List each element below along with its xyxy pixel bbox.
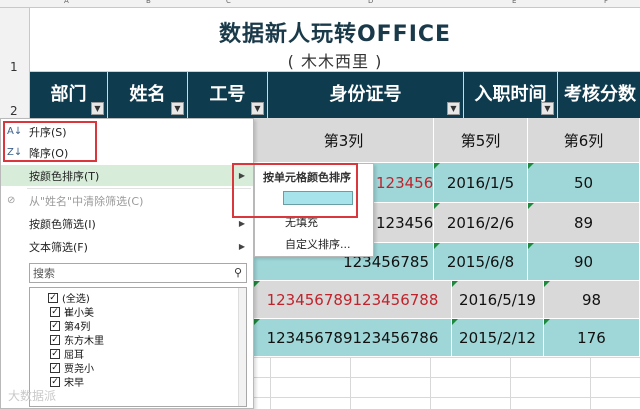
table-cell[interactable]: 123456789123456786 (254, 319, 452, 357)
table-cell[interactable]: 2015/2/12 (452, 319, 544, 357)
list-item-label: 贾尧小 (64, 364, 94, 375)
submenu-arrow-icon: ▶ (238, 242, 245, 251)
table-cell[interactable]: 第6列 (528, 118, 640, 163)
clear-filter-item[interactable]: ⊘ 从"姓名"中清除筛选(C) (1, 190, 253, 211)
menu-item-label: 按颜色筛选(I) (29, 217, 96, 231)
list-item[interactable]: ✓ 东方木里 (50, 333, 104, 347)
custom-sort-option[interactable]: 自定义排序... (255, 234, 373, 254)
header-id-card[interactable]: 身份证号 ▼ (268, 72, 464, 118)
list-item-label: 第4列 (64, 322, 91, 333)
table-cell[interactable]: 176 (544, 319, 640, 357)
checkbox[interactable]: ✓ (50, 376, 60, 387)
filter-dropdown-icon[interactable]: ▼ (91, 102, 104, 115)
table-cell[interactable]: 90 (528, 243, 640, 281)
sort-descending-icon: Z↓ (7, 147, 23, 158)
list-item[interactable]: ✓ 崔小美 (50, 305, 94, 319)
list-item-label: 东方木里 (64, 336, 104, 347)
header-label: 考核分数 (564, 84, 636, 105)
header-label: 入职时间 (474, 84, 547, 105)
col-letter-f[interactable]: F (604, 0, 608, 5)
header-label: 工号 (209, 84, 246, 105)
menu-item-label: 升序(S) (29, 125, 67, 139)
filter-dropdown-icon[interactable]: ▼ (171, 102, 184, 115)
search-placeholder: 搜索 (33, 267, 55, 280)
header-label: 姓名 (129, 84, 166, 105)
text-filter-item[interactable]: 文本筛选(F) ▶ (1, 236, 253, 257)
submenu-arrow-icon: ▶ (238, 219, 245, 228)
search-input[interactable]: 搜索 ⚲ (29, 263, 247, 283)
sheet-subtitle: ( 木木西里 ) (287, 52, 383, 71)
clear-filter-icon: ⊘ (7, 195, 16, 206)
table-cell[interactable]: 2015/6/8 (434, 243, 528, 281)
search-icon: ⚲ (233, 266, 242, 279)
filter-value-list: ✓ (全选) ✓ 崔小美 ✓ 第4列 ✓ 东方木里 ✓ 屈耳 ✓ 贾尧小 ✓ 宋… (29, 287, 247, 407)
list-scrollbar[interactable] (238, 288, 246, 406)
menu-item-label: 从"姓名"中清除筛选(C) (29, 194, 144, 208)
menu-item-label: 降序(O) (29, 146, 69, 160)
checkbox[interactable]: ✓ (50, 306, 60, 317)
filter-dropdown-icon[interactable]: ▼ (251, 102, 264, 115)
checkbox[interactable]: ✓ (50, 348, 60, 359)
sort-by-color-item[interactable]: 按颜色排序(T) ▶ (1, 165, 253, 186)
header-label: 部门 (50, 84, 87, 105)
col-letter-d[interactable]: D (368, 0, 373, 5)
sort-descending-item[interactable]: Z↓ 降序(O) (1, 142, 253, 163)
filter-by-color-item[interactable]: 按颜色筛选(I) ▶ (1, 213, 253, 234)
filter-menu: A↓ 升序(S) Z↓ 降序(O) 按颜色排序(T) ▶ ⊘ 从"姓名"中清除筛… (0, 118, 254, 409)
list-item[interactable]: ✓ (全选) (48, 291, 90, 305)
header-employee-id[interactable]: 工号 ▼ (188, 72, 268, 118)
watermark: 大数据派 (8, 389, 57, 403)
table-cell[interactable]: 2016/2/6 (434, 203, 528, 243)
row-number-2[interactable]: 2 (10, 104, 18, 118)
table-cell[interactable]: 98 (544, 281, 640, 319)
filter-dropdown-icon[interactable]: ▼ (541, 102, 554, 115)
list-item[interactable]: ✓ 贾尧小 (50, 361, 94, 375)
list-item-label: 宋早 (64, 378, 84, 389)
list-item-label: (全选) (62, 294, 90, 305)
header-name[interactable]: 姓名 ▼ (108, 72, 188, 118)
header-score[interactable]: 考核分数 (558, 72, 640, 118)
table-cell[interactable]: 2016/5/19 (452, 281, 544, 319)
column-headers: A B C D E F (0, 0, 640, 8)
checkbox[interactable]: ✓ (50, 334, 60, 345)
col-letter-a[interactable]: A (64, 0, 69, 5)
filter-dropdown-icon[interactable]: ▼ (447, 102, 460, 115)
table-cell[interactable]: 89 (528, 203, 640, 243)
table-cell[interactable]: 123456789123456788 (254, 281, 452, 319)
table-cell[interactable]: 123456789 (374, 203, 462, 243)
table-header-row: 部门 ▼ 姓名 ▼ 工号 ▼ 身份证号 ▼ 入职时间 ▼ 考核分数 (30, 72, 640, 118)
checkbox[interactable]: ✓ (48, 292, 58, 303)
col-letter-e[interactable]: E (512, 0, 516, 5)
col-letter-c[interactable]: C (226, 0, 231, 5)
list-item[interactable]: ✓ 屈耳 (50, 347, 84, 361)
submenu-highlight-box (232, 163, 358, 218)
row-number-1[interactable]: 1 (10, 60, 18, 74)
list-item-label: 屈耳 (64, 350, 84, 361)
menu-item-label: 按颜色排序(T) (29, 169, 100, 183)
table-cell[interactable]: 2016/1/5 (434, 163, 528, 203)
header-hire-date[interactable]: 入职时间 ▼ (464, 72, 558, 118)
checkbox[interactable]: ✓ (50, 362, 60, 373)
menu-separator (27, 188, 251, 189)
col-letter-b[interactable]: B (146, 0, 151, 5)
header-department[interactable]: 部门 ▼ (30, 72, 108, 118)
sheet-title: 数据新人玩转OFFICE (218, 22, 452, 47)
checkbox[interactable]: ✓ (50, 320, 60, 331)
menu-item-label: 文本筛选(F) (29, 240, 88, 254)
sort-ascending-icon: A↓ (7, 126, 23, 137)
header-label: 身份证号 (329, 84, 402, 105)
sort-ascending-item[interactable]: A↓ 升序(S) (1, 121, 253, 142)
title-cell[interactable]: 数据新人玩转OFFICE ( 木木西里 ) (30, 8, 640, 72)
table-cell[interactable]: 第3列 (254, 118, 434, 163)
list-item-label: 崔小美 (64, 308, 94, 319)
list-item[interactable]: ✓ 第4列 (50, 319, 91, 333)
table-cell[interactable]: 第5列 (434, 118, 528, 163)
table-cell[interactable]: 123456787 (374, 163, 462, 203)
table-cell[interactable]: 50 (528, 163, 640, 203)
